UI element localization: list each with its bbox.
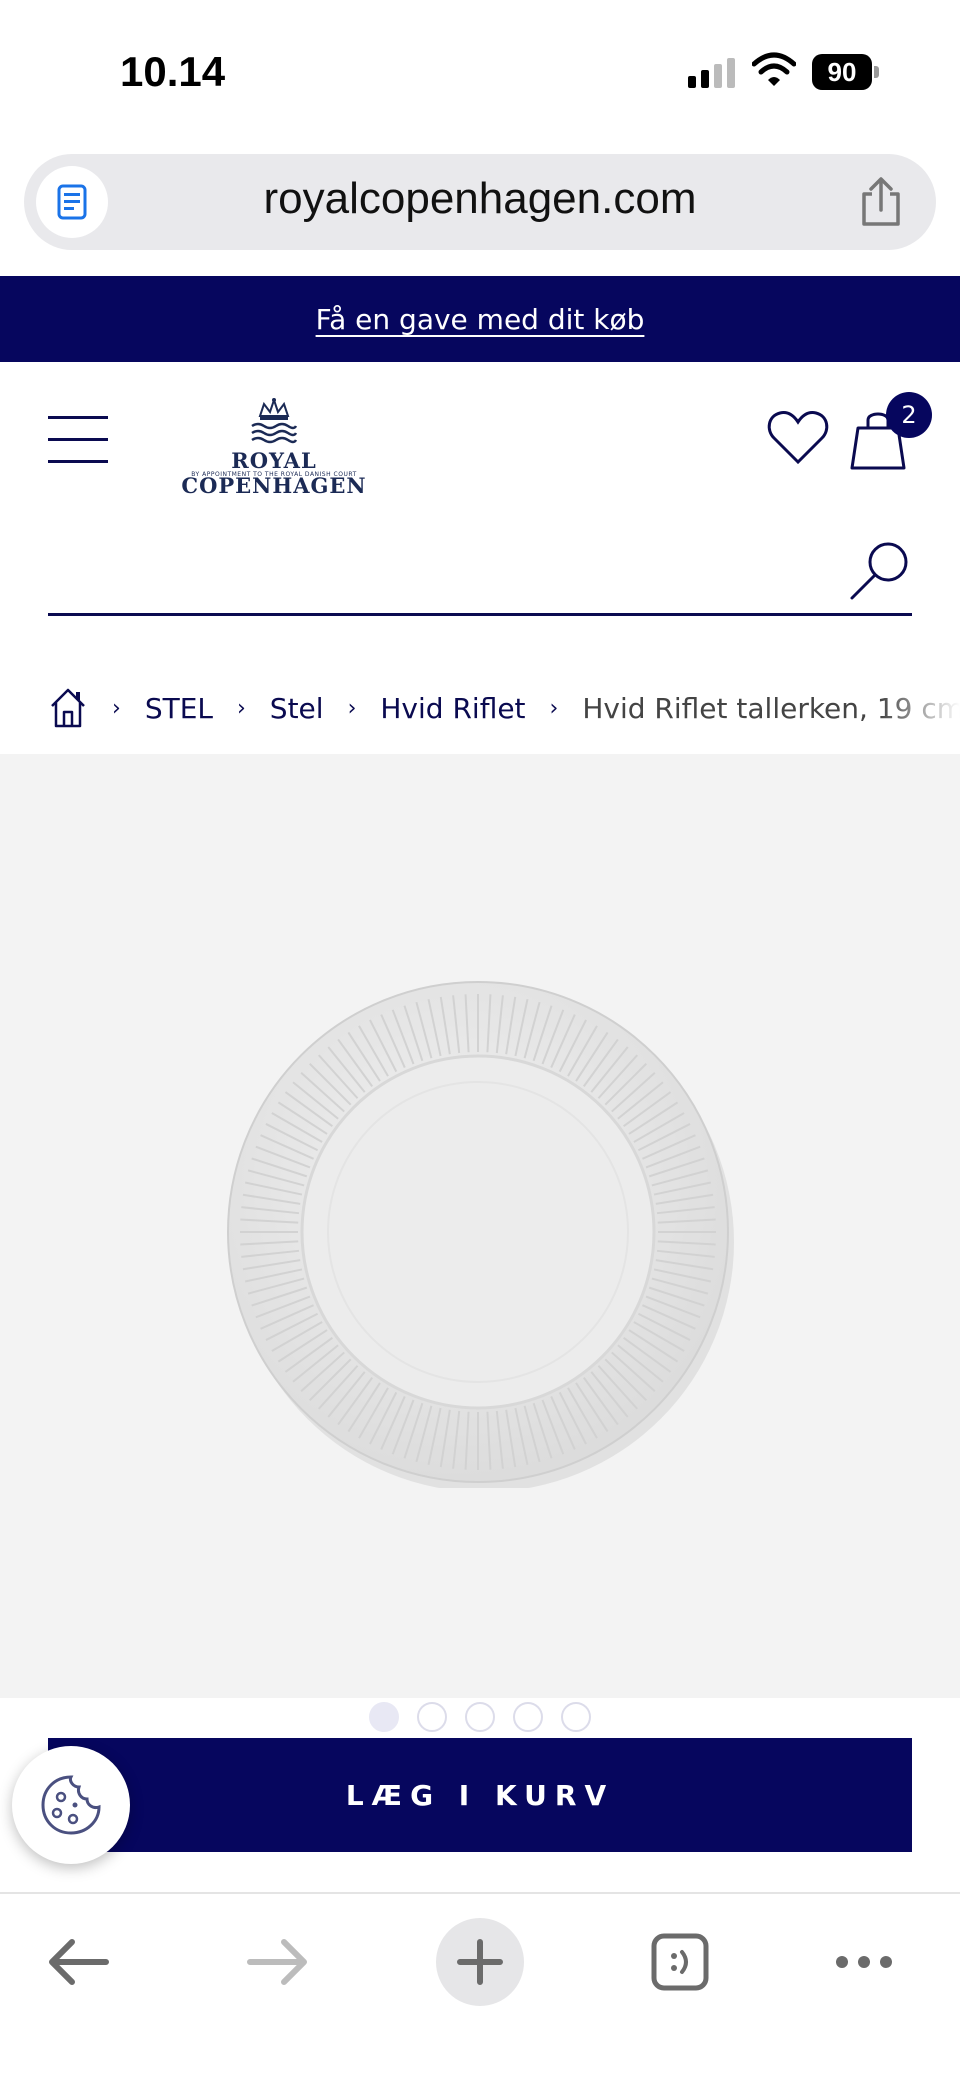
gallery-pager — [0, 1702, 960, 1732]
breadcrumb-separator: › — [236, 695, 246, 721]
promo-banner: Få en gave med dit køb — [0, 276, 960, 362]
search-input[interactable] — [48, 540, 828, 600]
breadcrumb-separator: › — [549, 695, 559, 721]
menu-icon — [48, 416, 108, 419]
breadcrumb-link[interactable]: STEL — [145, 692, 213, 725]
search-field[interactable] — [48, 530, 912, 616]
cart-count-badge: 2 — [886, 392, 932, 438]
cellular-signal-icon — [688, 58, 735, 88]
tabs-button[interactable] — [630, 1912, 730, 2012]
pager-dot[interactable] — [513, 1702, 543, 1732]
tabs-icon — [651, 1933, 709, 1991]
pager-dot[interactable] — [369, 1702, 399, 1732]
forward-arrow-icon — [247, 1939, 307, 1985]
breadcrumb-separator: › — [112, 695, 121, 721]
browser-toolbar — [0, 1892, 960, 2081]
brand-logo[interactable]: ROYAL COPENHAGEN BY APPOINTMENT TO THE R… — [144, 398, 404, 498]
plus-icon — [457, 1939, 503, 1985]
product-image-gallery[interactable]: (function(){ var g = document.currentScr… — [0, 754, 960, 1698]
forward-button[interactable] — [228, 1912, 328, 2012]
pager-dot[interactable] — [561, 1702, 591, 1732]
status-time: 10.14 — [120, 48, 226, 95]
product-image-plate: (function(){ var g = document.currentScr… — [227, 981, 734, 1488]
wifi-icon — [752, 52, 796, 86]
new-tab-button[interactable] — [430, 1912, 530, 2012]
more-button[interactable] — [814, 1912, 914, 2012]
add-to-cart-button[interactable]: LÆG I KURV — [48, 1738, 912, 1852]
home-icon[interactable] — [48, 686, 88, 730]
status-bar: 10.14 90 — [0, 0, 960, 140]
url-text[interactable]: royalcopenhagen.com — [24, 174, 936, 224]
back-arrow-icon — [49, 1939, 109, 1985]
back-button[interactable] — [28, 1912, 128, 2012]
menu-button[interactable] — [48, 416, 108, 464]
cookie-icon — [41, 1775, 101, 1835]
search-icon[interactable] — [848, 538, 912, 602]
pager-dot[interactable] — [417, 1702, 447, 1732]
more-icon — [836, 1956, 892, 1968]
address-bar[interactable]: royalcopenhagen.com — [24, 154, 936, 250]
breadcrumb-link[interactable]: Stel — [270, 692, 324, 725]
promo-link[interactable]: Få en gave med dit køb — [316, 303, 645, 336]
heart-icon[interactable] — [766, 408, 830, 468]
battery-level: 90 — [812, 54, 872, 90]
breadcrumb-link[interactable]: Hvid Riflet — [380, 692, 525, 725]
battery-icon: 90 — [812, 54, 880, 90]
cookie-settings-button[interactable] — [12, 1746, 130, 1864]
breadcrumb-separator: › — [347, 695, 357, 721]
logo-subtext: BY APPOINTMENT TO THE ROYAL DANISH COURT — [191, 471, 357, 478]
share-icon[interactable] — [856, 176, 906, 228]
breadcrumb: › STEL › Stel › Hvid Riflet › Hvid Rifle… — [48, 678, 960, 738]
pager-dot[interactable] — [465, 1702, 495, 1732]
crown-waves-logo-icon — [251, 398, 298, 444]
